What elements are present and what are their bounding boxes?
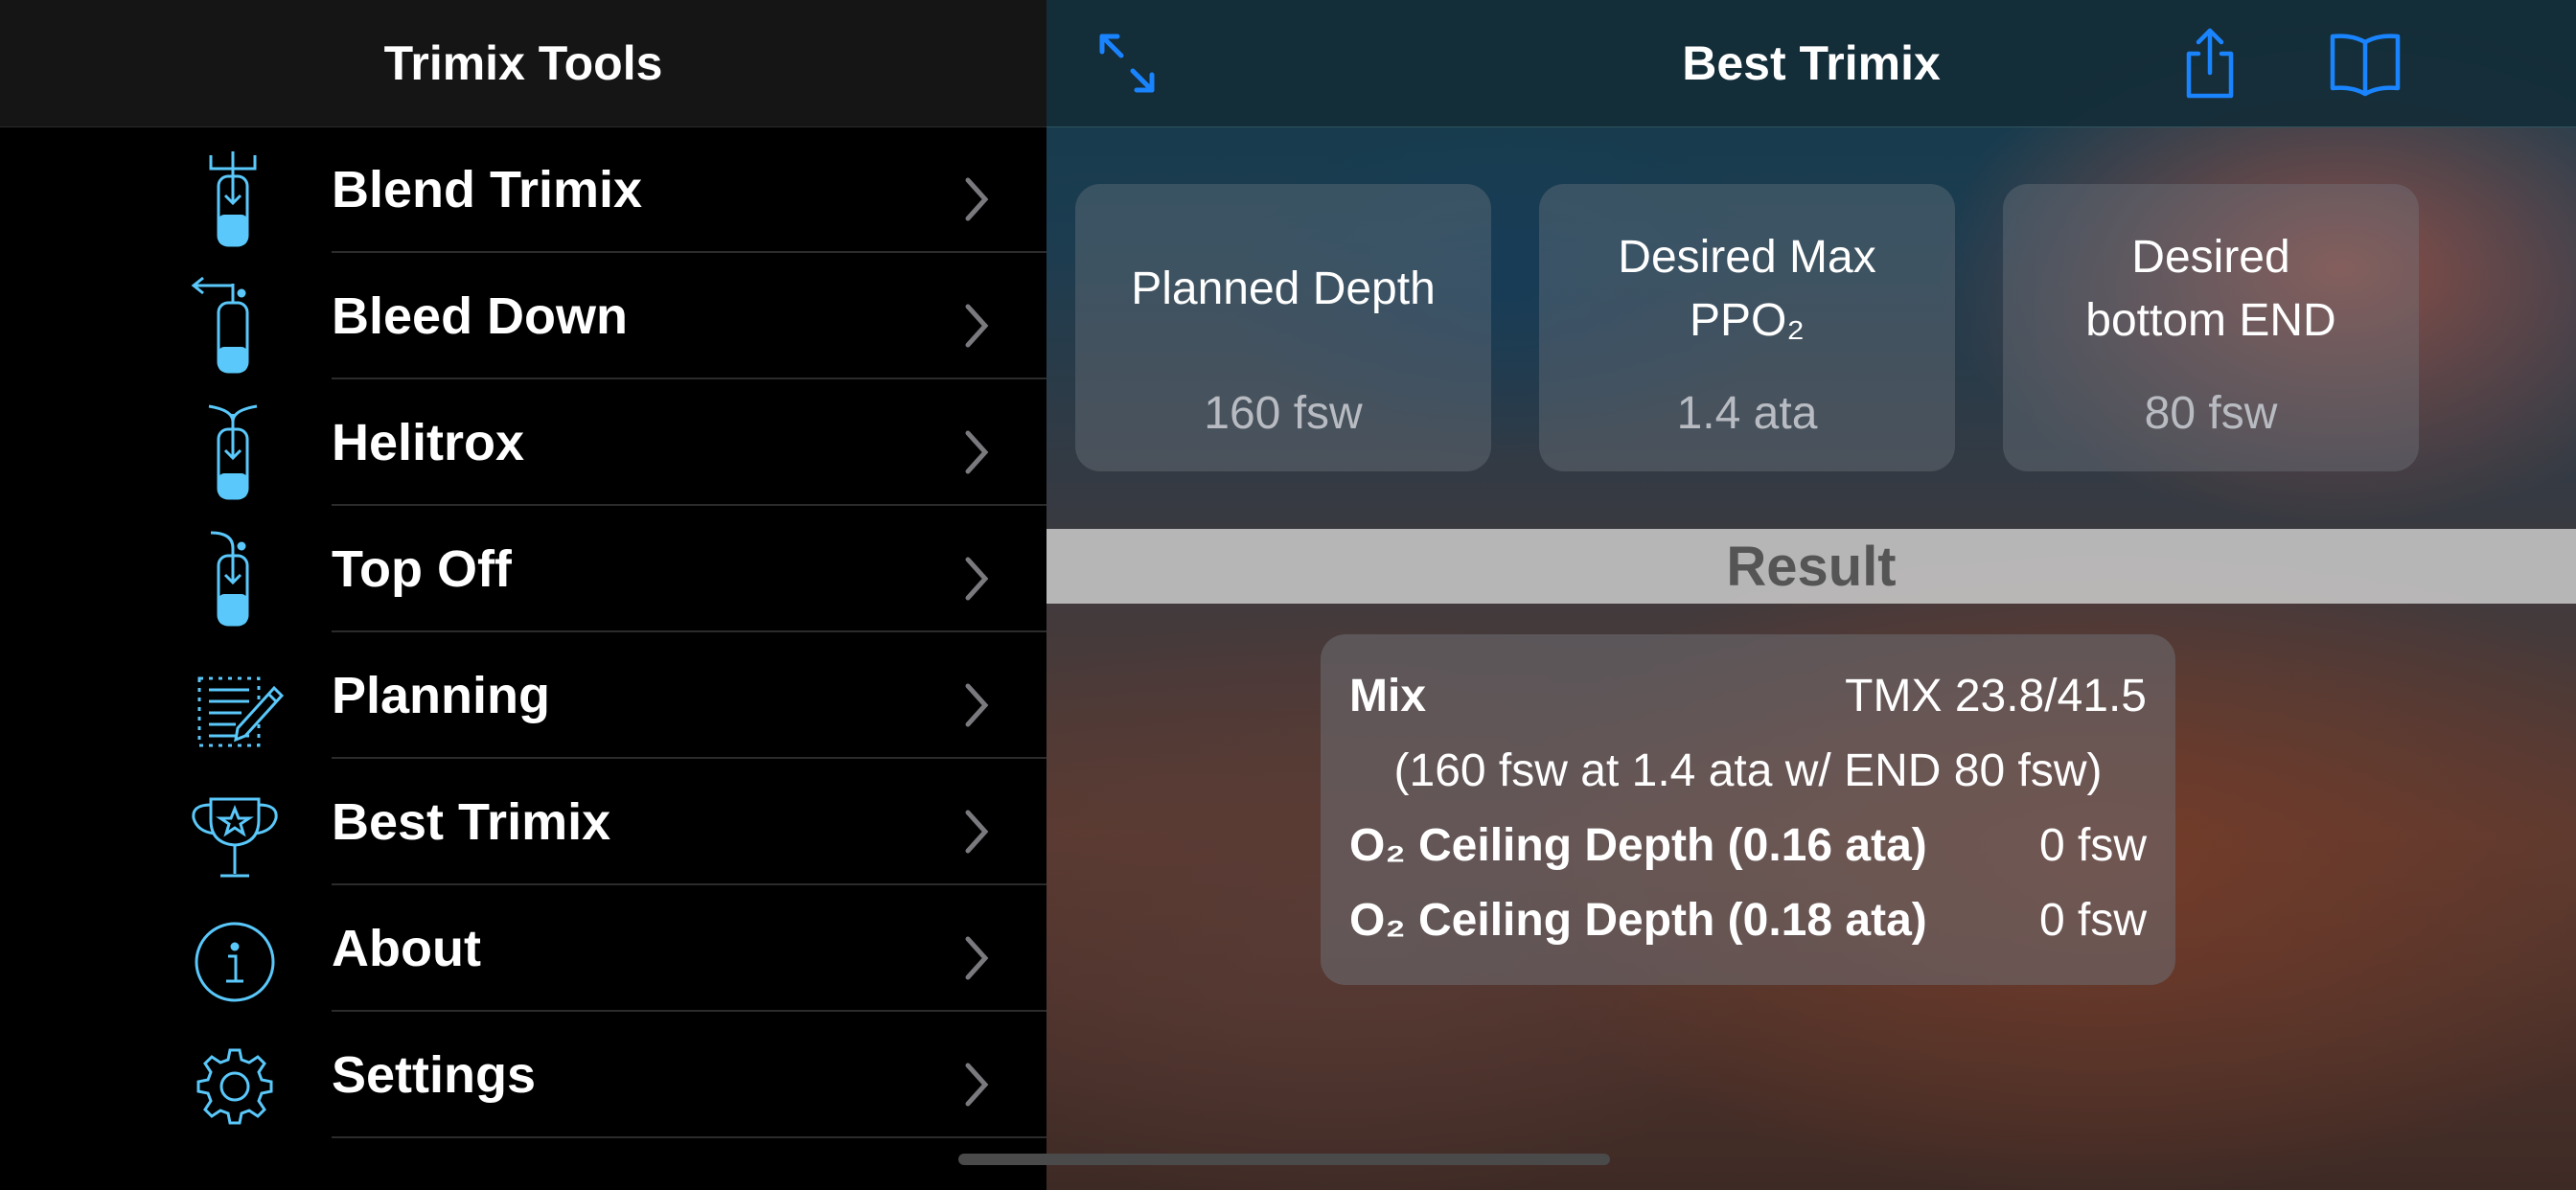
sidebar-item-bleed-down[interactable]: Bleed Down	[0, 253, 1046, 379]
chevron-right-icon	[956, 297, 995, 355]
ceiling-label: O₂ Ceiling Depth (0.18 ata)	[1349, 895, 1927, 946]
card-label: Planned Depth	[1131, 263, 1436, 314]
desired-bottom-end-card[interactable]: Desired bottom END 80 fsw	[2003, 184, 2419, 471]
tank-fill-icon	[182, 148, 288, 253]
expand-button[interactable]	[1089, 25, 1165, 102]
sidebar-item-label: Top Off	[332, 540, 512, 598]
card-value: 80 fsw	[2144, 388, 2278, 439]
result-card: Mix TMX 23.8/41.5 (160 fsw at 1.4 ata w/…	[1321, 634, 2175, 985]
planned-depth-card[interactable]: Planned Depth 160 fsw	[1075, 184, 1491, 471]
mix-detail: (160 fsw at 1.4 ata w/ END 80 fsw)	[1393, 745, 2103, 796]
chevron-right-icon	[956, 929, 995, 987]
mix-value: TMX 23.8/41.5	[1845, 671, 2147, 721]
ceiling-value: 0 fsw	[2038, 895, 2147, 946]
gear-icon	[182, 1033, 288, 1138]
sidebar-item-blend-trimix[interactable]: Blend Trimix	[0, 126, 1046, 253]
trophy-icon	[182, 780, 288, 885]
sidebar-item-about[interactable]: About	[0, 885, 1046, 1012]
chevron-right-icon	[956, 803, 995, 860]
tank-top-off-icon	[182, 527, 288, 632]
card-label: Desired Max PPO₂	[1618, 232, 1876, 346]
notepad-pencil-icon	[182, 653, 288, 759]
sidebar-item-helitrox[interactable]: Helitrox	[0, 379, 1046, 506]
mix-row: Mix TMX 23.8/41.5	[1349, 659, 2147, 734]
sidebar-item-planning[interactable]: Planning	[0, 632, 1046, 759]
chevron-right-icon	[956, 550, 995, 607]
sidebar: Trimix Tools Blend Trimix Bleed Down Hel…	[0, 0, 1046, 1190]
sidebar-item-label: Best Trimix	[332, 793, 611, 851]
ceiling-row-018: O₂ Ceiling Depth (0.18 ata) 0 fsw	[1349, 883, 2147, 958]
info-icon	[182, 906, 288, 1012]
chevron-right-icon	[956, 171, 995, 228]
sidebar-item-label: Settings	[332, 1046, 537, 1104]
share-icon	[2186, 28, 2234, 99]
chevron-right-icon	[956, 1056, 995, 1113]
result-header: Result	[1046, 529, 2576, 604]
result-title: Result	[1726, 536, 1897, 598]
ceiling-value: 0 fsw	[2038, 820, 2147, 871]
detail-pane: Best Trimix Planned Depth 160 fsw Desire…	[1046, 0, 2576, 1190]
divider	[332, 1136, 1046, 1138]
mix-label: Mix	[1349, 671, 1427, 721]
sidebar-item-label: About	[332, 920, 481, 977]
home-indicator[interactable]	[958, 1154, 1610, 1165]
tank-helitrox-icon	[182, 400, 288, 506]
nav-bar: Best Trimix	[1046, 0, 2576, 127]
card-value: 160 fsw	[1204, 388, 1363, 439]
card-label: Desired bottom END	[2085, 232, 2336, 346]
tank-bleed-icon	[182, 274, 288, 379]
ceiling-row-016: O₂ Ceiling Depth (0.16 ata) 0 fsw	[1349, 809, 2147, 883]
guide-button[interactable]	[2327, 25, 2404, 102]
sidebar-item-label: Blend Trimix	[332, 161, 643, 218]
sidebar-header: Trimix Tools	[0, 0, 1046, 127]
book-icon	[2330, 34, 2401, 97]
card-value: 1.4 ata	[1676, 388, 1818, 439]
share-button[interactable]	[2172, 25, 2248, 102]
sidebar-item-settings[interactable]: Settings	[0, 1012, 1046, 1138]
chevron-right-icon	[956, 676, 995, 734]
sidebar-item-label: Helitrox	[332, 414, 525, 471]
chevron-right-icon	[956, 423, 995, 481]
expand-arrows-icon	[1099, 34, 1155, 93]
sidebar-title: Trimix Tools	[383, 36, 663, 90]
sidebar-item-label: Bleed Down	[332, 287, 629, 345]
sidebar-item-best-trimix[interactable]: Best Trimix	[0, 759, 1046, 885]
ceiling-label: O₂ Ceiling Depth (0.16 ata)	[1349, 820, 1927, 871]
sidebar-item-label: Planning	[332, 667, 550, 724]
sidebar-item-top-off[interactable]: Top Off	[0, 506, 1046, 632]
desired-max-ppo2-card[interactable]: Desired Max PPO₂ 1.4 ata	[1539, 184, 1955, 471]
